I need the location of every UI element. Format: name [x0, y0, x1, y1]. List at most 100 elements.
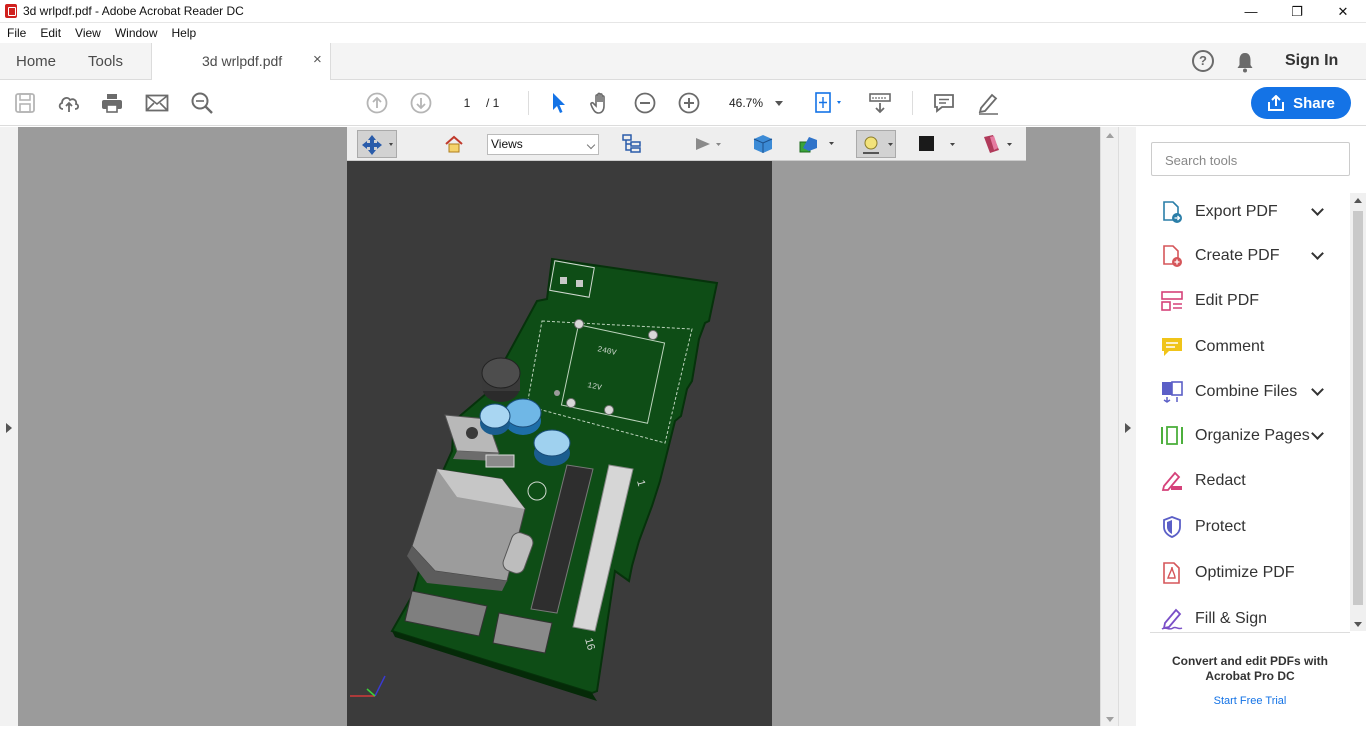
3d-home-view-icon[interactable] [443, 133, 465, 155]
chevron-right-icon [1125, 423, 1131, 433]
menu-window[interactable]: Window [108, 26, 165, 40]
bell-icon[interactable] [1235, 51, 1255, 73]
tools-pane-scrollbar[interactable] [1350, 193, 1366, 631]
window-title: 3d wrlpdf.pdf - Adobe Acrobat Reader DC [23, 4, 244, 18]
chevron-down-icon[interactable] [1311, 247, 1324, 260]
tool-edit-pdf[interactable]: Edit PDF [1152, 283, 1332, 319]
cloud-upload-icon[interactable] [57, 91, 81, 115]
scroll-down-arrow[interactable] [1354, 622, 1362, 627]
chevron-right-icon [6, 423, 12, 433]
main-toolbar: 1 / 1 46.7% [0, 80, 1366, 126]
save-icon[interactable] [13, 91, 37, 115]
previous-page-icon[interactable] [365, 91, 389, 115]
zoom-out-icon[interactable] [633, 91, 657, 115]
select-tool-icon[interactable] [546, 91, 570, 115]
tool-protect[interactable]: Protect [1152, 509, 1332, 545]
background-color-icon[interactable] [918, 133, 962, 155]
tool-label: Redact [1195, 472, 1246, 489]
help-icon[interactable]: ? [1192, 50, 1214, 72]
promo-title: Convert and edit PDFs with Acrobat Pro D… [1171, 654, 1328, 683]
minimize-button[interactable]: — [1228, 0, 1274, 23]
tool-label: Edit PDF [1195, 292, 1260, 309]
highlight-pen-icon[interactable] [976, 91, 1000, 115]
tool-label: Fill & Sign [1195, 610, 1268, 627]
chevron-down-icon [586, 140, 596, 150]
sign-in-link[interactable]: Sign In [1285, 52, 1338, 70]
chevron-down-icon [775, 101, 783, 106]
tab-close-icon[interactable]: × [313, 51, 322, 68]
search-zoom-icon[interactable] [190, 91, 214, 115]
scrolling-mode-icon[interactable] [868, 91, 892, 115]
title-bar: 3d wrlpdf.pdf - Adobe Acrobat Reader DC [0, 0, 1366, 23]
tool-label: Protect [1195, 518, 1246, 535]
fit-page-icon[interactable] [812, 91, 846, 115]
left-panel-toggle[interactable] [0, 127, 18, 726]
toolbar-divider [528, 91, 529, 115]
axis-triad [350, 675, 386, 697]
tool-label: Optimize PDF [1195, 564, 1295, 581]
edit-pdf-icon [1159, 288, 1185, 314]
3d-toolbar [347, 127, 1026, 161]
fill-sign-icon [1159, 606, 1185, 632]
chevron-down-icon[interactable] [1311, 427, 1324, 440]
tool-comment[interactable]: Comment [1152, 329, 1332, 365]
tab-home[interactable]: Home [16, 43, 56, 80]
menu-edit[interactable]: Edit [33, 26, 68, 40]
document-scrollbar[interactable] [1100, 127, 1118, 726]
scroll-down-arrow[interactable] [1106, 717, 1114, 722]
tool-create-pdf[interactable]: Create PDF [1152, 238, 1332, 274]
print-icon[interactable] [100, 91, 124, 115]
tool-label: Organize Pages [1195, 427, 1310, 444]
upgrade-promo: Convert and edit PDFs with Acrobat Pro D… [1150, 632, 1350, 726]
email-icon[interactable] [145, 91, 169, 115]
hand-tool-icon[interactable] [589, 91, 613, 115]
menu-file[interactable]: File [0, 26, 33, 40]
model-tree-icon[interactable] [621, 133, 643, 155]
lighting-tool-icon[interactable] [856, 130, 896, 158]
page-number-input[interactable]: 1 [452, 92, 482, 114]
tab-tools[interactable]: Tools [88, 43, 123, 80]
tab-bar: Home Tools 3d wrlpdf.pdf × ? Sign In [0, 43, 1366, 81]
projection-cube-icon[interactable] [752, 133, 774, 155]
right-panel-toggle[interactable] [1118, 127, 1136, 726]
zoom-in-icon[interactable] [677, 91, 701, 115]
next-page-icon[interactable] [409, 91, 433, 115]
search-tools-input[interactable]: Search tools [1151, 142, 1350, 176]
scroll-up-arrow[interactable] [1354, 198, 1362, 203]
share-button[interactable]: Share [1251, 87, 1351, 119]
zoom-level-dropdown[interactable]: 46.7% [717, 92, 789, 114]
pcb-3d-model: 240V 12V 1 16 [350, 257, 719, 701]
render-mode-icon[interactable] [799, 133, 839, 155]
tool-combine-files[interactable]: Combine Files [1152, 374, 1332, 410]
play-animation-icon[interactable] [693, 133, 727, 155]
cross-section-icon[interactable] [981, 133, 1021, 155]
export-pdf-icon [1159, 199, 1185, 225]
acrobat-app-icon [5, 4, 17, 18]
views-dropdown[interactable]: Views [487, 134, 599, 155]
page-total: / 1 [486, 96, 500, 110]
organize-pages-icon [1159, 423, 1185, 449]
menu-view[interactable]: View [68, 26, 108, 40]
comment-tool-icon[interactable] [932, 91, 956, 115]
scroll-up-arrow[interactable] [1106, 133, 1114, 138]
close-window-button[interactable]: ✕ [1320, 0, 1366, 23]
tool-export-pdf[interactable]: Export PDF [1152, 194, 1332, 230]
menu-help[interactable]: Help [165, 26, 204, 40]
3d-viewport[interactable]: 240V 12V 1 16 [347, 161, 772, 726]
restore-button[interactable]: ❐ [1274, 0, 1320, 23]
tool-optimize-pdf[interactable]: Optimize PDF [1152, 555, 1332, 591]
tab-document[interactable]: 3d wrlpdf.pdf × [151, 43, 331, 81]
chevron-down-icon[interactable] [1311, 203, 1324, 216]
3d-rotate-tool-icon[interactable] [357, 130, 397, 158]
tab-document-label: 3d wrlpdf.pdf [202, 53, 283, 69]
scrollbar-thumb[interactable] [1353, 211, 1363, 605]
combine-files-icon [1159, 379, 1185, 405]
tool-organize-pages[interactable]: Organize Pages [1152, 418, 1332, 454]
redact-icon [1159, 468, 1185, 494]
tool-redact[interactable]: Redact [1152, 463, 1332, 499]
tool-label: Create PDF [1195, 247, 1280, 264]
tool-label: Export PDF [1195, 203, 1278, 220]
start-free-trial-link[interactable]: Start Free Trial [1150, 695, 1350, 707]
chevron-down-icon[interactable] [1311, 383, 1324, 396]
comment-icon [1159, 334, 1185, 360]
